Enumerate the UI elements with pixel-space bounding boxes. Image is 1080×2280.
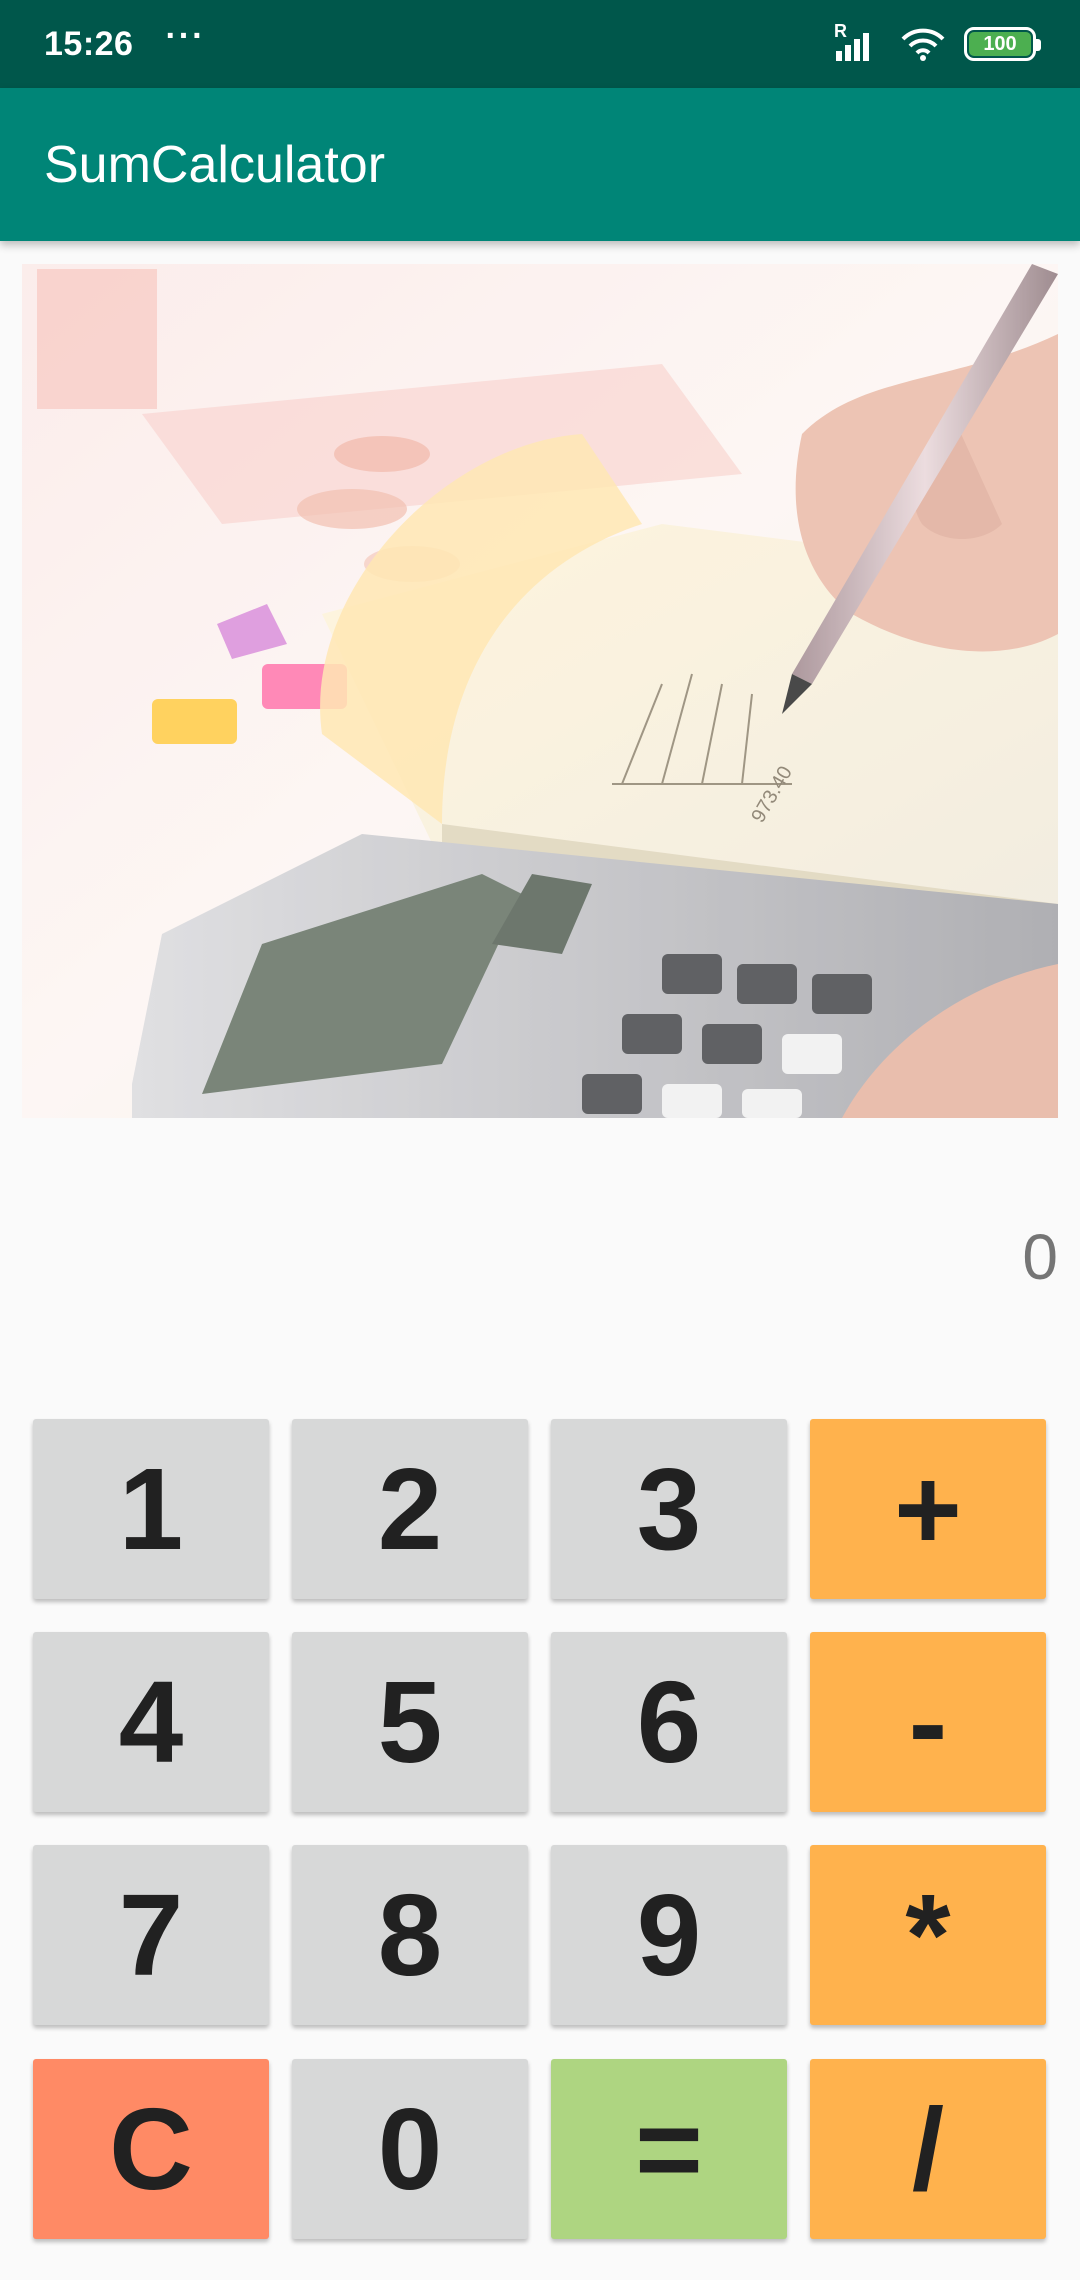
- key-3[interactable]: 3: [551, 1419, 787, 1599]
- key-9[interactable]: 9: [551, 1845, 787, 2025]
- status-time: 15:26: [44, 24, 134, 63]
- key-6[interactable]: 6: [551, 1632, 787, 1812]
- battery-icon: 100: [964, 27, 1041, 61]
- roaming-label: R: [834, 21, 847, 41]
- calculator-photo-icon: 973.40: [22, 264, 1058, 1118]
- key-7[interactable]: 7: [33, 1845, 269, 2025]
- key-4[interactable]: 4: [33, 1632, 269, 1812]
- more-notifications-icon: ···: [165, 17, 206, 55]
- status-bar: 15:26 ··· R 100: [0, 0, 1080, 88]
- signal-icon: R: [834, 21, 882, 61]
- app-title: SumCalculator: [44, 135, 386, 194]
- key-8[interactable]: 8: [292, 1845, 528, 2025]
- battery-level: 100: [969, 32, 1031, 56]
- key-2[interactable]: 2: [292, 1419, 528, 1599]
- app-bar: SumCalculator: [0, 88, 1080, 241]
- key-clear[interactable]: C: [33, 2059, 269, 2239]
- key-1[interactable]: 1: [33, 1419, 269, 1599]
- status-icons: R 100: [834, 21, 1041, 61]
- keypad: 1 2 3 + 4 5 6 - 7 8 9 * C 0 = /: [33, 1419, 1047, 2239]
- key-divide[interactable]: /: [810, 2059, 1046, 2239]
- key-plus[interactable]: +: [810, 1419, 1046, 1599]
- key-multiply[interactable]: *: [810, 1845, 1046, 2025]
- key-minus[interactable]: -: [810, 1632, 1046, 1812]
- key-0[interactable]: 0: [292, 2059, 528, 2239]
- wifi-icon: [901, 28, 945, 61]
- key-equals[interactable]: =: [551, 2059, 787, 2239]
- hero-image: 973.40: [22, 264, 1058, 1118]
- result-display: 0: [1022, 1221, 1058, 1293]
- key-5[interactable]: 5: [292, 1632, 528, 1812]
